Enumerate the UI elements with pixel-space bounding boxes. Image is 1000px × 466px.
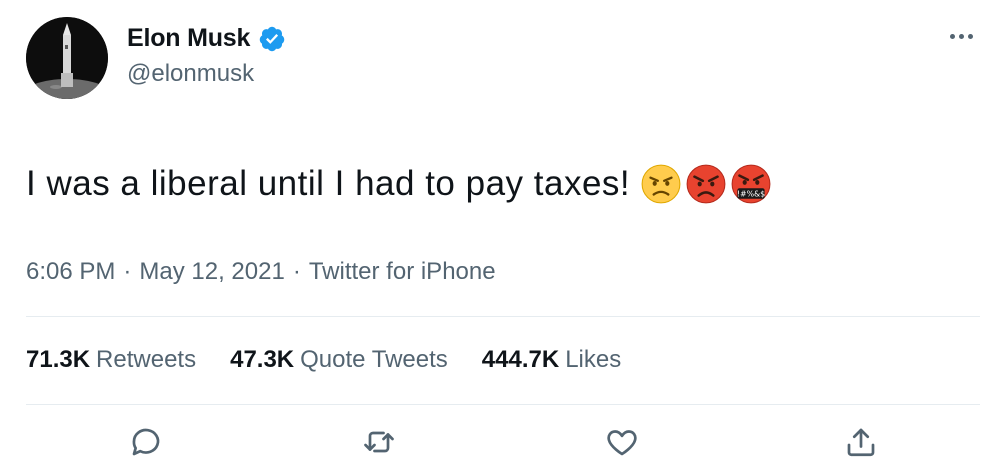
quote-tweets-label: Quote Tweets xyxy=(300,346,448,373)
quote-tweets-count: 47.3K xyxy=(230,346,295,373)
tweet-text: I was a liberal until I had to pay taxes… xyxy=(26,164,631,203)
divider xyxy=(26,316,980,317)
tweet-meta: 6:06 PM · May 12, 2021 · Twitter for iPh… xyxy=(26,258,496,286)
more-dot xyxy=(949,33,955,39)
unamused-face-icon xyxy=(640,163,682,205)
tweet-time[interactable]: 6:06 PM xyxy=(26,258,115,286)
meta-separator: · xyxy=(123,258,132,285)
reply-icon[interactable] xyxy=(128,424,164,460)
more-dot xyxy=(967,33,973,39)
likes-stat[interactable]: 444.7K Likes xyxy=(482,346,621,374)
more-dot xyxy=(958,33,964,39)
retweets-label: Retweets xyxy=(96,346,197,373)
angry-face-icon xyxy=(685,163,727,205)
cursing-face-icon: !#%&$ xyxy=(730,163,772,205)
cursing-symbols: !#%&$ xyxy=(737,190,765,199)
user-name[interactable]: Elon Musk xyxy=(127,24,250,53)
likes-label: Likes xyxy=(565,346,622,373)
tweet-emojis: !#%&$ xyxy=(640,163,772,205)
tweet-body: I was a liberal until I had to pay taxes… xyxy=(26,163,772,205)
retweets-count: 71.3K xyxy=(26,346,91,373)
verified-badge-icon xyxy=(259,26,285,51)
tweet-stats: 71.3K Retweets 47.3K Quote Tweets 444.7K Li… xyxy=(26,346,621,374)
more-options-icon[interactable] xyxy=(946,28,976,44)
avatar-image xyxy=(26,17,108,99)
tweet-source[interactable]: Twitter for iPhone xyxy=(309,258,496,286)
tweet-date[interactable]: May 12, 2021 xyxy=(139,258,284,286)
likes-count: 444.7K xyxy=(481,346,560,373)
retweet-icon[interactable] xyxy=(361,424,397,460)
retweets-stat[interactable]: 71.3K Retweets xyxy=(26,346,196,374)
avatar[interactable] xyxy=(26,17,108,99)
share-icon[interactable] xyxy=(843,424,879,460)
action-bar xyxy=(0,424,1000,464)
like-icon[interactable] xyxy=(604,424,640,460)
divider xyxy=(26,404,980,405)
quote-tweets-stat[interactable]: 47.3K Quote Tweets xyxy=(230,346,448,374)
meta-separator: · xyxy=(292,258,301,285)
user-handle[interactable]: @elonmusk xyxy=(127,60,254,88)
